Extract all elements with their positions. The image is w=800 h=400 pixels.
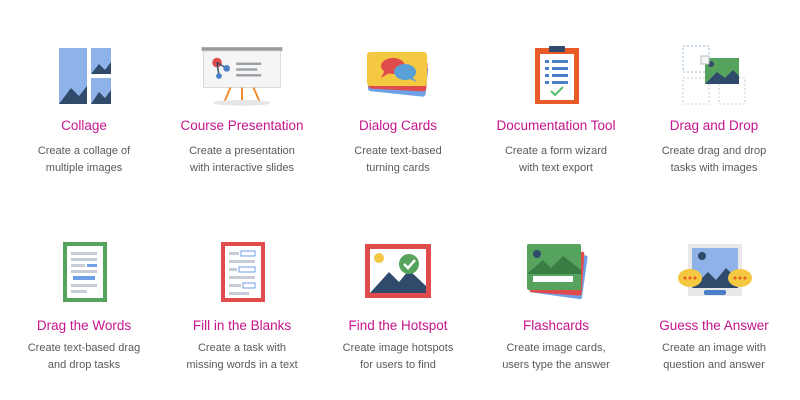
tile-description: Create a task with missing words in a tex… — [186, 342, 298, 371]
tile-title: Guess the Answer — [659, 318, 769, 333]
tile-description: Create image hotspots for users to find — [342, 342, 454, 371]
tile-description: Create text-based drag and drop tasks — [27, 342, 141, 371]
content-type-grid: Collage Create a collage of multiple imag… — [0, 0, 800, 400]
tile-description: Create image cards, users type the answer — [502, 342, 610, 371]
fill-in-blanks-icon — [221, 242, 265, 302]
tile-find-the-hotspot[interactable]: Find the Hotspot Create image hotspots fo… — [320, 0, 476, 371]
guess-answer-icon — [678, 244, 752, 296]
find-hotspot-icon — [365, 244, 431, 298]
tile-description: Create an image with question and answer — [662, 342, 766, 371]
flashcards-icon — [527, 244, 588, 300]
tile-drag-the-words[interactable]: Drag the Words Create text-based drag and… — [6, 0, 162, 371]
drag-the-words-icon — [63, 242, 107, 302]
tile-title: Find the Hotspot — [348, 318, 448, 333]
tile-fill-in-the-blanks[interactable]: Fill in the Blanks Create a task with mis… — [164, 0, 320, 371]
tile-guess-the-answer[interactable]: Guess the Answer Create an image with que… — [636, 0, 792, 371]
tile-title: Drag the Words — [36, 318, 132, 333]
tile-title: Flashcards — [522, 318, 590, 333]
tile-flashcards[interactable]: Flashcards Create image cards, users type… — [478, 0, 634, 371]
tile-title: Fill in the Blanks — [192, 318, 292, 333]
